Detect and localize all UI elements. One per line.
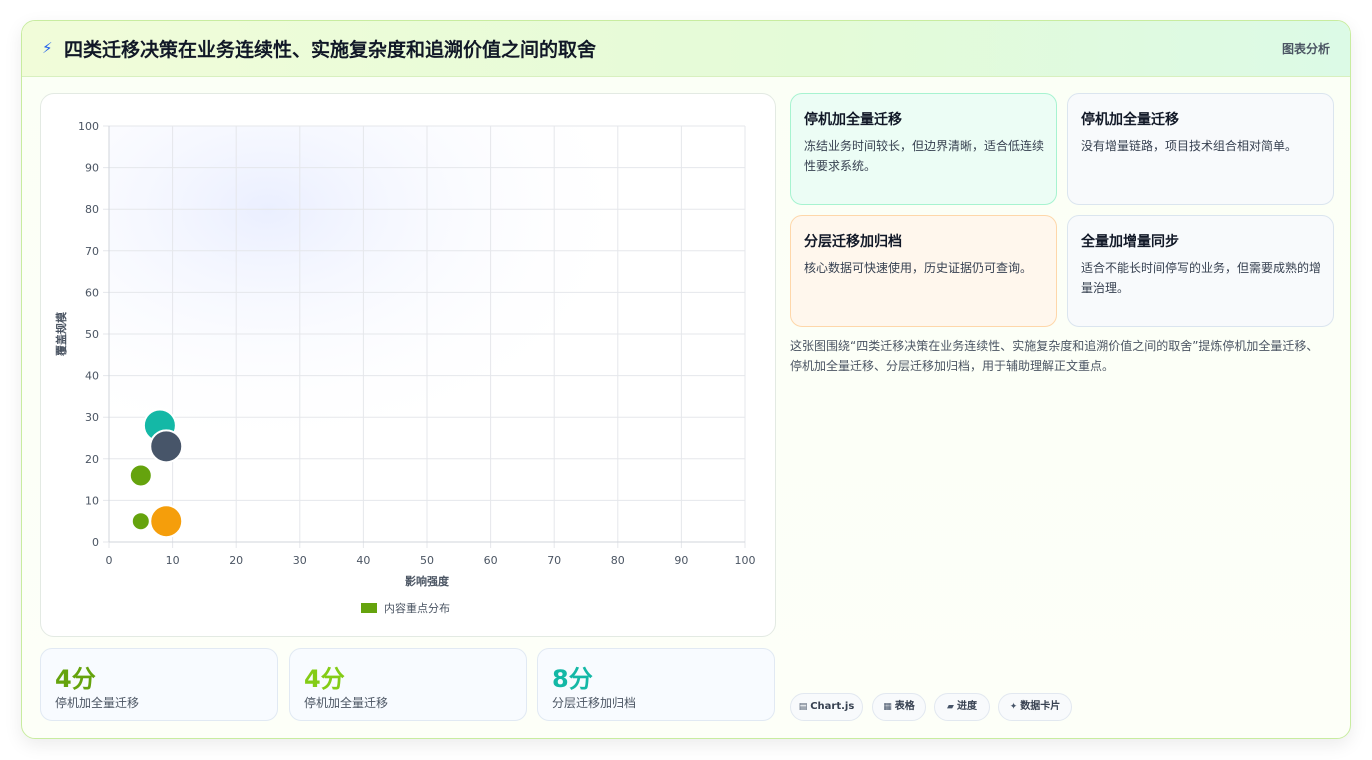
x-tick-label: 30 xyxy=(293,554,307,567)
x-tick-label: 90 xyxy=(674,554,688,567)
x-tick-label: 60 xyxy=(484,554,498,567)
header-tag: 图表分析 xyxy=(1281,42,1330,56)
chip-data-card[interactable]: ✦ 数据卡片 xyxy=(998,693,1072,721)
y-tick-label: 50 xyxy=(85,328,99,341)
chart-icon: ▤ xyxy=(798,702,808,712)
chip-table[interactable]: ▦ 表格 xyxy=(872,693,926,721)
bolt-icon: ⚡ xyxy=(42,39,53,57)
main-card: ⚡ 四类迁移决策在业务连续性、实施复杂度和追溯价值之间的取舍 图表分析 0 10 2… xyxy=(21,20,1351,739)
info-card-title: 分层迁移加归档 xyxy=(804,234,902,250)
y-tick-label: 90 xyxy=(85,162,99,175)
info-card-title: 停机加全量迁移 xyxy=(804,112,902,128)
stat-value: 8分 xyxy=(552,665,593,693)
table-icon: ▦ xyxy=(883,702,892,712)
x-tick-label: 70 xyxy=(547,554,561,567)
x-axis-label: 影响强度 xyxy=(405,574,450,588)
y-tick-label: 100 xyxy=(78,120,99,133)
data-point xyxy=(149,429,184,464)
data-point xyxy=(130,511,151,532)
chip-label: 表格 xyxy=(894,701,915,712)
stat-card-2: 4分 停机加全量迁移 xyxy=(289,648,527,721)
x-tick-label: 50 xyxy=(420,554,434,567)
chip-label: 数据卡片 xyxy=(1020,701,1061,712)
y-tick-label: 0 xyxy=(92,536,99,549)
info-card-title: 停机加全量迁移 xyxy=(1081,112,1179,128)
info-card-4: 全量加增量同步 适合不能长时间停写的业务，但需要成熟的增量治理。 xyxy=(1067,215,1334,327)
stat-card-3: 8分 分层迁移加归档 xyxy=(537,648,775,721)
info-card-title: 全量加增量同步 xyxy=(1081,234,1179,250)
info-card-body: 没有增量链路，项目技术组合相对简单。 xyxy=(1081,139,1298,153)
stat-value: 4分 xyxy=(304,665,345,693)
y-tick-label: 10 xyxy=(85,494,99,507)
info-card-body: 核心数据可快速使用，历史证据仍可查询。 xyxy=(804,261,1033,275)
y-tick-label: 20 xyxy=(85,453,99,466)
x-tick-label: 80 xyxy=(611,554,625,567)
stat-label: 分层迁移加归档 xyxy=(552,696,637,710)
y-tick-label: 80 xyxy=(85,203,99,216)
x-tick-label: 10 xyxy=(166,554,180,567)
sparkle-icon: ✦ xyxy=(1009,702,1018,712)
stat-label: 停机加全量迁移 xyxy=(304,696,389,710)
y-axis-label: 覆盖规模 xyxy=(54,311,68,356)
header-bar: ⚡ 四类迁移决策在业务连续性、实施复杂度和追溯价值之间的取舍 图表分析 xyxy=(22,21,1350,77)
data-point xyxy=(128,463,153,488)
chip-progress[interactable]: ▰ 进度 xyxy=(934,693,990,721)
x-tick-label: 20 xyxy=(229,554,243,567)
y-tick-label: 30 xyxy=(85,411,99,424)
x-tick-label: 40 xyxy=(356,554,370,567)
y-tick-label: 70 xyxy=(85,245,99,258)
data-point xyxy=(149,504,184,539)
x-tick-label: 0 xyxy=(106,554,113,567)
chip-label: 进度 xyxy=(956,701,977,712)
info-card-3: 分层迁移加归档 核心数据可快速使用，历史证据仍可查询。 xyxy=(790,215,1057,327)
y-tick-label: 40 xyxy=(85,370,99,383)
chart-panel: 0 10 20 30 40 50 60 70 80 90 100 0 10 20 30 40 50 60 70 80 9… xyxy=(40,93,776,637)
info-card-1: 停机加全量迁移 冻结业务时间较长，但边界清晰，适合低连续性要求系统。 xyxy=(790,93,1057,205)
stat-label: 停机加全量迁移 xyxy=(55,696,140,710)
info-card-2: 停机加全量迁移 没有增量链路，项目技术组合相对简单。 xyxy=(1067,93,1334,205)
x-tick-label: 100 xyxy=(735,554,756,567)
info-card-body: 适合不能长时间停写的业务，但需要成熟的增量治理。 xyxy=(1081,261,1322,295)
progress-icon: ▰ xyxy=(947,702,954,712)
scatter-chart: 0 10 20 30 40 50 60 70 80 90 100 0 10 20 30 40 50 60 70 80 9… xyxy=(54,120,756,615)
page-title: 四类迁移决策在业务连续性、实施复杂度和追溯价值之间的取舍 xyxy=(64,39,597,61)
chip-label: Chart.js xyxy=(810,701,855,712)
stat-card-1: 4分 停机加全量迁移 xyxy=(40,648,278,721)
summary-text: 这张图围绕“四类迁移决策在业务连续性、实施复杂度和追溯价值之间的取舍”提炼停机加… xyxy=(790,339,1319,373)
y-tick-label: 60 xyxy=(85,286,99,299)
legend-label[interactable]: 内容重点分布 xyxy=(384,601,450,615)
info-card-body: 冻结业务时间较长，但边界清晰，适合低连续性要求系统。 xyxy=(804,139,1045,173)
legend-swatch[interactable] xyxy=(361,603,377,613)
stat-value: 4分 xyxy=(55,665,96,693)
chip-chartjs[interactable]: ▤ Chart.js xyxy=(790,693,863,721)
